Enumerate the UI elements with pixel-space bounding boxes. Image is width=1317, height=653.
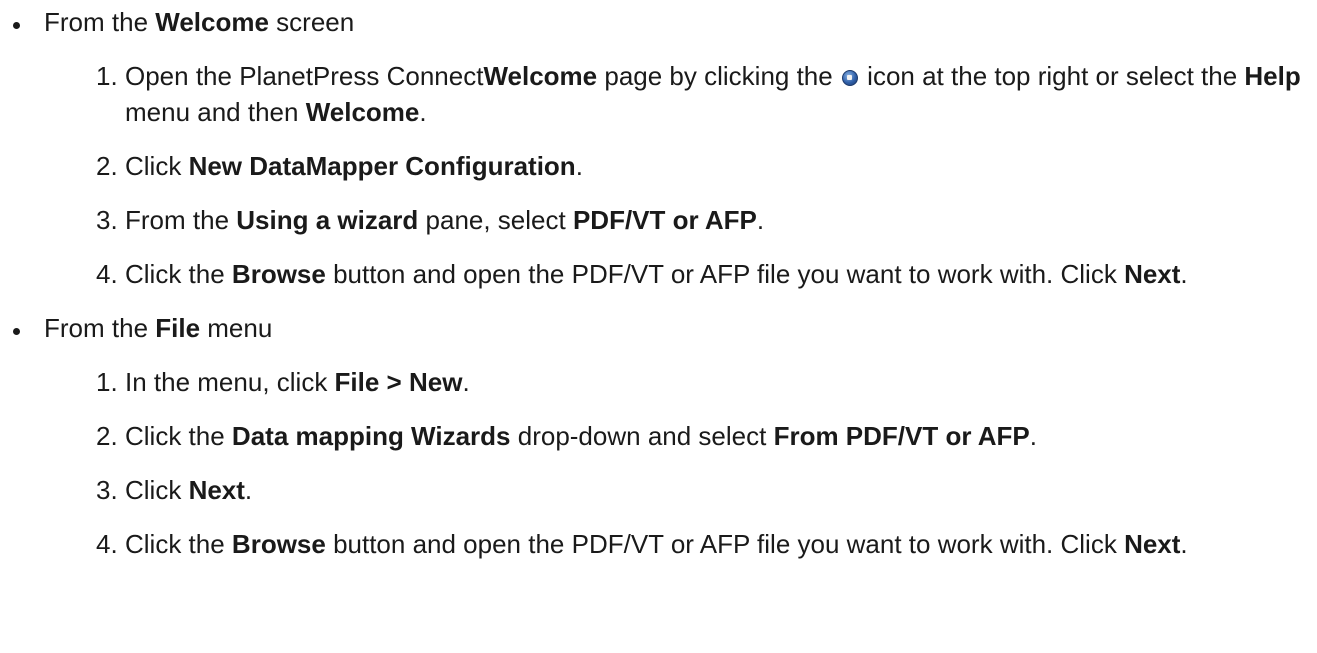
- step-text: From the Using a wizard pane, select PDF…: [125, 205, 765, 235]
- step-item: 3. From the Using a wizard pane, select …: [44, 202, 1317, 238]
- step-item: 4. Click the Browse button and open the …: [44, 256, 1317, 292]
- step-number: 2.: [96, 151, 118, 181]
- method-list: From the Welcome screen 1. Open the Plan…: [0, 4, 1317, 562]
- step-item: 4. Click the Browse button and open the …: [44, 526, 1317, 562]
- step-number: 3.: [96, 475, 118, 505]
- step-number: 4.: [96, 529, 118, 559]
- bullet-icon: [13, 22, 20, 29]
- instructions-document: From the Welcome screen 1. Open the Plan…: [0, 0, 1317, 562]
- method-heading: From the Welcome screen: [44, 7, 355, 37]
- method-welcome-screen: From the Welcome screen 1. Open the Plan…: [0, 4, 1317, 292]
- step-text: Click the Data mapping Wizards drop-down…: [125, 421, 1037, 451]
- step-item: 1. In the menu, click File > New.: [44, 364, 1317, 400]
- step-number: 3.: [96, 205, 118, 235]
- step-item: 2. Click New DataMapper Configuration.: [44, 148, 1317, 184]
- step-text: In the menu, click File > New.: [125, 367, 470, 397]
- step-text: Open the PlanetPress ConnectWelcome page…: [125, 61, 1301, 127]
- home-globe-icon: [841, 70, 858, 86]
- step-number: 1.: [96, 367, 118, 397]
- step-text: Click Next.: [125, 475, 253, 505]
- step-text: Click the Browse button and open the PDF…: [125, 529, 1188, 559]
- step-item: 3. Click Next.: [44, 472, 1317, 508]
- step-list: 1. Open the PlanetPress ConnectWelcome p…: [44, 58, 1317, 292]
- method-heading: From the File menu: [44, 313, 273, 343]
- step-list: 1. In the menu, click File > New. 2. Cli…: [44, 364, 1317, 562]
- step-text: Click the Browse button and open the PDF…: [125, 259, 1188, 289]
- step-number: 4.: [96, 259, 118, 289]
- step-number: 2.: [96, 421, 118, 451]
- step-text: Click New DataMapper Configuration.: [125, 151, 583, 181]
- step-item: 1. Open the PlanetPress ConnectWelcome p…: [44, 58, 1317, 130]
- bullet-icon: [13, 328, 20, 335]
- step-item: 2. Click the Data mapping Wizards drop-d…: [44, 418, 1317, 454]
- method-file-menu: From the File menu 1. In the menu, click…: [0, 310, 1317, 562]
- step-number: 1.: [96, 61, 118, 91]
